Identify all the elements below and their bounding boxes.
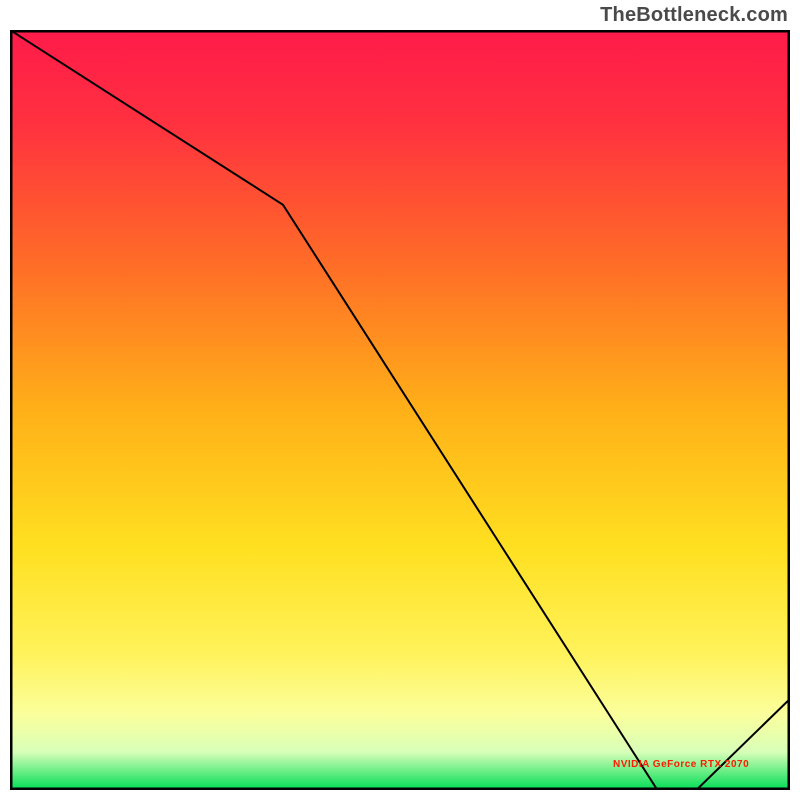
watermark-text: TheBottleneck.com: [600, 4, 788, 27]
chart-svg: [10, 30, 790, 790]
chart-background-rect: [10, 30, 790, 790]
chart-annotation: NVIDIA GeForce RTX 2070: [613, 759, 749, 770]
chart-plot-area: NVIDIA GeForce RTX 2070: [10, 30, 790, 790]
